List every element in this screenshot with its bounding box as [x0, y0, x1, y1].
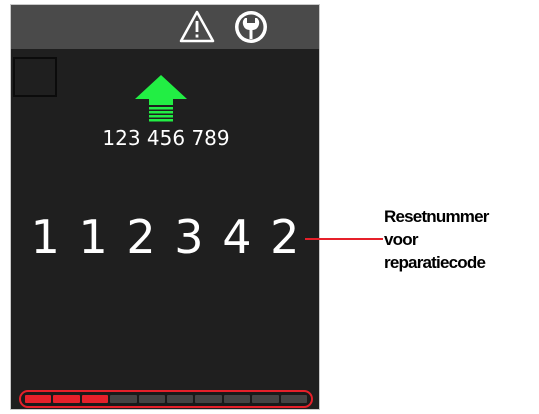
empty-status-box: [13, 57, 57, 97]
top-status-bar: [11, 5, 319, 49]
progress-segment: [138, 395, 166, 403]
progress-segment: [81, 395, 109, 403]
wrench-icon: [235, 11, 267, 43]
progress-segment: [195, 395, 222, 403]
progress-segment: [110, 395, 137, 403]
progress-segment: [223, 395, 251, 403]
progress-segment: [280, 395, 308, 403]
serial-number: 123 456 789: [102, 126, 230, 150]
progress-segment: [252, 395, 279, 403]
progress-segment: [53, 395, 80, 403]
progress-bar: [19, 390, 313, 408]
warning-triangle-icon: [179, 10, 215, 43]
device-screen: 123 456 789 1 1 2 3 4 2: [10, 4, 320, 410]
callout-line: [305, 238, 383, 240]
progress-segment: [25, 395, 52, 403]
reset-code-display: 1 1 2 3 4 2: [30, 210, 302, 264]
up-arrow-icon: [135, 75, 187, 122]
callout-label: Resetnummer voor reparatiecode: [384, 207, 489, 272]
progress-segment: [167, 395, 194, 403]
